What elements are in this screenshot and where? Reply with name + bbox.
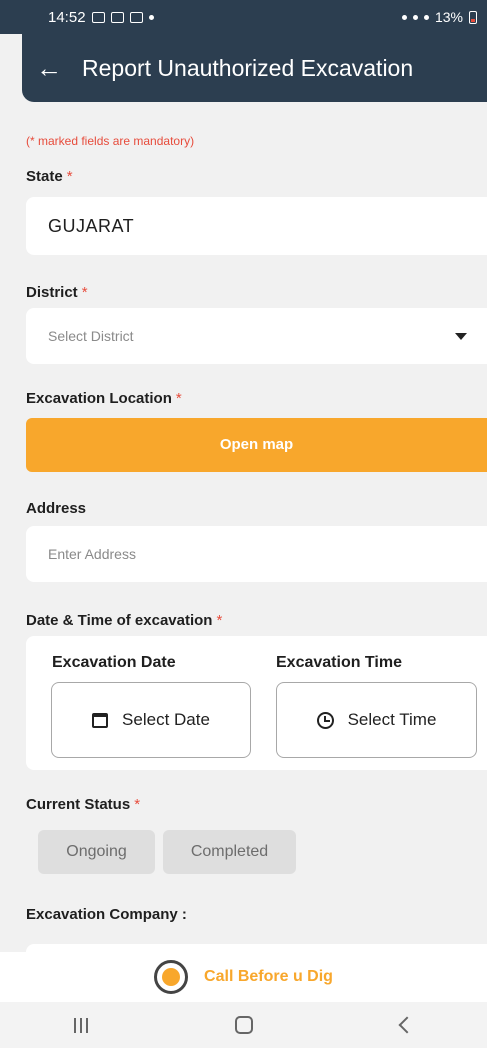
district-dropdown[interactable]: Select District	[26, 308, 487, 364]
excavation-date-label: Excavation Date	[52, 654, 176, 671]
state-value: GUJARAT	[48, 216, 135, 236]
address-label-text: Address	[26, 500, 87, 517]
form-header: (* marked fields are mandatory)	[26, 112, 487, 148]
alarm-icon	[401, 14, 407, 20]
app-notification-icon	[110, 11, 124, 23]
address-input[interactable]: Enter Address	[26, 526, 487, 582]
battery-icon	[469, 10, 477, 24]
select-time-button[interactable]: Select Time	[276, 682, 477, 758]
location-label: Excavation Location *	[26, 390, 182, 407]
district-label-text: District	[26, 284, 78, 301]
more-notifications-icon	[148, 14, 154, 20]
footer-brand: Call Before u Dig	[0, 952, 487, 1002]
district-label: District *	[26, 284, 88, 301]
signal-icon	[423, 14, 429, 20]
home-icon[interactable]	[235, 1016, 254, 1034]
state-label: State *	[26, 168, 73, 185]
brand-text: Call Before u Dig	[204, 968, 333, 985]
required-mark: *	[66, 168, 73, 185]
select-time-label: Select Time	[347, 710, 437, 729]
status-label-text: Current Status	[26, 796, 131, 813]
required-mark: *	[175, 390, 182, 407]
datetime-card: Excavation Date Excavation Time Select D…	[26, 636, 487, 770]
status-time: 14:52	[48, 8, 86, 26]
state-field[interactable]: GUJARAT	[26, 197, 487, 255]
company-label: Excavation Company :	[26, 906, 187, 923]
gallery-notification-icon	[91, 11, 105, 23]
mandatory-hint: (* marked fields are mandatory)	[26, 134, 195, 148]
required-mark: *	[216, 612, 223, 629]
status-chip-completed[interactable]: Completed	[163, 830, 296, 874]
select-date-label: Select Date	[122, 710, 210, 729]
wifi-icon	[412, 14, 418, 20]
calendar-icon	[92, 712, 109, 728]
datetime-label-text: Date & Time of excavation	[26, 612, 213, 629]
open-map-button[interactable]: Open map	[26, 418, 487, 472]
app-bar: ← Report Unauthorized Excavation	[22, 34, 487, 102]
system-nav-bar	[0, 1002, 487, 1048]
address-label: Address	[26, 500, 86, 517]
page-title: Report Unauthorized Excavation	[82, 54, 414, 81]
brand-logo-icon	[154, 960, 189, 994]
status-chip-ongoing[interactable]: Ongoing	[38, 830, 155, 874]
battery-percent: 13%	[434, 9, 463, 25]
chevron-down-icon	[455, 333, 467, 340]
address-placeholder: Enter Address	[48, 546, 136, 562]
back-icon[interactable]	[398, 1016, 416, 1034]
district-placeholder: Select District	[48, 328, 134, 344]
screen-notification-icon	[129, 11, 143, 23]
required-mark: *	[134, 796, 141, 813]
excavation-time-label: Excavation Time	[276, 654, 402, 671]
company-field[interactable]	[26, 944, 487, 952]
datetime-label: Date & Time of excavation *	[26, 612, 222, 629]
select-date-button[interactable]: Select Date	[51, 682, 251, 758]
required-mark: *	[81, 284, 88, 301]
status-bar: 14:52 13%	[0, 0, 487, 34]
arrow-left-icon[interactable]: ←	[22, 53, 72, 84]
status-label: Current Status *	[26, 796, 140, 813]
state-label-text: State	[26, 168, 63, 185]
clock-icon	[316, 711, 334, 729]
recent-apps-icon[interactable]	[73, 1017, 88, 1033]
location-label-text: Excavation Location	[26, 390, 172, 407]
